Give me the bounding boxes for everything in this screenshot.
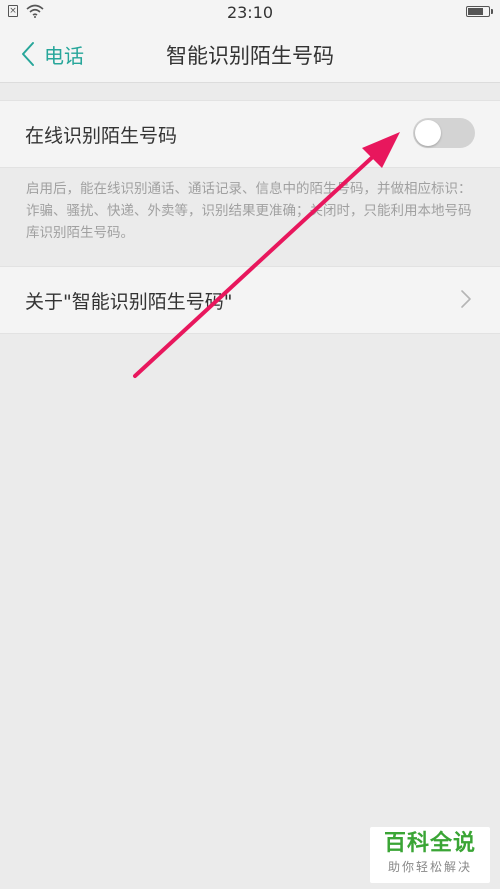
page-title: 智能识别陌生号码 (166, 44, 334, 68)
watermark-logo: 百科全说 助你轻松解决 (370, 827, 490, 883)
battery-icon (466, 6, 493, 17)
online-identify-row[interactable]: 在线识别陌生号码 (0, 100, 500, 168)
settings-screen: × 23:10 电话 智能识别陌生号码 在线识别陌生号码 启用后，能在线识别通话… (0, 0, 500, 889)
switch-knob (415, 120, 441, 146)
setting-description: 启用后，能在线识别通话、通话记录、信息中的陌生号码，并做相应标识：诈骗、骚扰、快… (26, 181, 472, 241)
online-identify-label: 在线识别陌生号码 (25, 125, 178, 147)
about-item-label: 关于"智能识别陌生号码" (25, 291, 233, 313)
status-bar: × 23:10 (0, 0, 500, 26)
online-identify-switch[interactable] (413, 118, 475, 148)
watermark-title: 百科全说 (383, 831, 476, 856)
status-time: 23:10 (226, 3, 274, 22)
battery-level (468, 8, 483, 15)
watermark-subtitle: 助你轻松解决 (387, 860, 472, 874)
about-item[interactable]: 关于"智能识别陌生号码" (0, 266, 500, 334)
header: 电话 智能识别陌生号码 (0, 26, 500, 83)
chevron-right-icon (461, 290, 471, 308)
